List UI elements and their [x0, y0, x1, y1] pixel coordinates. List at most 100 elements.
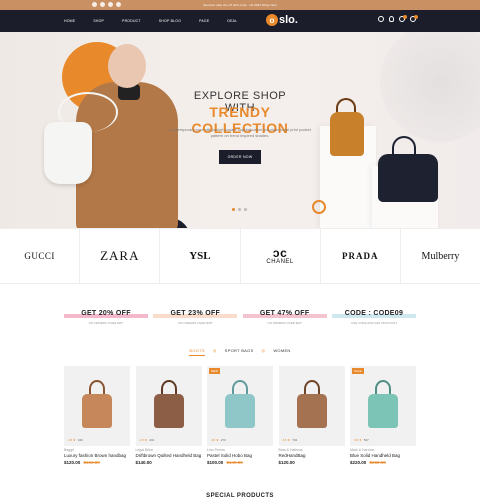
product-meta: 4.5 ★ 349: [64, 436, 130, 444]
model-image: [44, 44, 178, 228]
price-old: $140.00: [226, 460, 243, 465]
nav-shop-blog[interactable]: SHOP BLOG: [159, 19, 181, 23]
rating: 4.5 ★: [139, 438, 148, 442]
product-card[interactable]: 4.5 ★ 734 Bata & Hallmas RedHandBag $120…: [278, 366, 345, 465]
model-head: [108, 44, 146, 88]
brand-prada[interactable]: PRADA: [321, 229, 401, 283]
product-tabs: BOOTS ◎ SPORT BAGS ◎ WOMEN: [0, 348, 480, 356]
product-image[interactable]: [135, 366, 202, 446]
nav-page[interactable]: PAGE: [199, 19, 209, 23]
product-image[interactable]: [278, 366, 345, 446]
product-image[interactable]: [64, 366, 130, 446]
product-card[interactable]: 4.5 ★ 349 Baggit Luxury fashion Brown ha…: [64, 366, 130, 465]
cart-icon[interactable]: [410, 15, 418, 22]
new-badge: NEW: [209, 368, 220, 374]
site-logo[interactable]: o slo.: [266, 14, 298, 26]
product-name[interactable]: Pastel Solid Hobo Bag: [207, 453, 273, 458]
product-brand: Legal Bribe: [135, 448, 154, 452]
product-price: $120.00: [279, 460, 345, 465]
product-card[interactable]: 4.5 ★ 243 Legal Bribe Driftbrown Quilted…: [135, 366, 202, 465]
slider-dots: [232, 208, 247, 211]
hero-banner: EXPLORE SHOP WITH TRENDY COLLECTION Cont…: [0, 32, 480, 228]
product-name[interactable]: Luxury fashion Brown handbag: [64, 453, 130, 458]
user-icon[interactable]: [389, 16, 394, 22]
tab-sport-bags[interactable]: SPORT BAGS: [225, 348, 254, 356]
slider-dot[interactable]: [232, 208, 235, 211]
brand-strip: GUCCI ZARA YSL ↄc CHANEL PRADA Mulberry: [0, 228, 480, 284]
brand-chanel[interactable]: ↄc CHANEL: [241, 229, 321, 283]
tab-boots[interactable]: BOOTS: [189, 348, 205, 356]
special-products-heading: SPECIAL PRODUCTS: [206, 493, 274, 499]
pinterest-icon[interactable]: [116, 2, 121, 7]
top-promo-bar: Summer sale the off with code - off 2024…: [0, 0, 480, 10]
white-bag: [44, 122, 92, 184]
brand-mulberry[interactable]: Mulberry: [401, 229, 480, 283]
brand-gucci[interactable]: GUCCI: [0, 229, 81, 283]
product-name[interactable]: Blue Solid Handheld Bag: [350, 453, 416, 458]
bag-body: [153, 394, 184, 428]
promo-text[interactable]: Summer sale the off with code - off 2024…: [203, 3, 276, 7]
price-now: $120.00: [278, 460, 295, 465]
order-now-button[interactable]: ORDER NOW: [219, 150, 261, 164]
tab-separator-icon: ◎: [261, 348, 266, 353]
offer-card[interactable]: GET 47% OFF ON ORDERS OVER $29*: [242, 310, 327, 325]
nav-menu: HOME SHOP PRODUCT SHOP BLOG PAGE DEAL: [64, 19, 255, 23]
bag-body: [368, 394, 398, 428]
product-price: $140.00: [136, 460, 202, 465]
brand-chanel-text: CHANEL: [266, 259, 294, 265]
offer-row: GET 20% OFF ON ORDERS OVER $39* GET 23% …: [64, 310, 416, 325]
brand-ysl[interactable]: YSL: [160, 229, 241, 283]
product-card[interactable]: NEW 4.5 ★ 273 Lino Perros Pastel Solid H…: [207, 366, 273, 465]
bag-body: [225, 394, 255, 428]
product-price: $220.00 $230.00: [350, 460, 416, 465]
hero-description: Contemporary pure silk pocket square sop…: [169, 127, 311, 138]
price-now: $220.00: [350, 460, 367, 465]
plant-shadow: [380, 32, 480, 142]
offer-sub: ON ORDERS OVER $39*: [88, 321, 124, 325]
nav-home[interactable]: HOME: [64, 19, 75, 23]
brand-zara[interactable]: ZARA: [80, 229, 161, 283]
chanel-logo-icon: ↄc: [272, 246, 288, 260]
logo-text: slo.: [279, 14, 298, 26]
nav-deal[interactable]: DEAL: [227, 19, 237, 23]
price-old: $230.00: [369, 460, 386, 465]
instagram-icon[interactable]: [108, 2, 113, 7]
tab-separator-icon: ◎: [212, 348, 217, 353]
price-now: $100.00: [207, 460, 224, 465]
product-meta: 4.5 ★ 273: [207, 436, 273, 444]
twitter-icon[interactable]: [100, 2, 105, 7]
nav-product[interactable]: PRODUCT: [122, 19, 141, 23]
heart-icon[interactable]: [399, 15, 407, 22]
review-count: 349: [77, 438, 83, 442]
black-bag: [378, 154, 438, 202]
offer-card[interactable]: CODE : CODE09 USE CODE AND GET DISCOUNT: [331, 310, 416, 325]
tan-bag: [330, 112, 364, 156]
bag-body: [296, 394, 327, 428]
offer-sub: USE CODE AND GET DISCOUNT: [350, 321, 398, 325]
social-icons: [92, 2, 121, 7]
product-price: $100.00 $140.00: [207, 460, 273, 465]
nav-shop[interactable]: SHOP: [93, 19, 104, 23]
offer-card[interactable]: GET 20% OFF ON ORDERS OVER $39*: [64, 310, 148, 325]
tab-women[interactable]: WOMEN: [273, 348, 290, 356]
product-name[interactable]: RedHandBag: [279, 453, 345, 458]
product-meta: 4.5 ★ 243: [136, 436, 202, 444]
slider-dot[interactable]: [244, 208, 247, 211]
product-brand: Mark & Harmon: [350, 448, 375, 452]
product-grid: 4.5 ★ 349 Baggit Luxury fashion Brown ha…: [64, 366, 416, 465]
product-card[interactable]: SALE 4.5 ★ 537 Mark & Harmon Blue Solid …: [350, 366, 416, 465]
product-name[interactable]: Driftbrown Quilted Handheld Bag: [136, 453, 202, 458]
product-image[interactable]: SALE: [350, 366, 416, 446]
product-brand: Baggit: [64, 448, 74, 452]
facebook-icon[interactable]: [92, 2, 97, 7]
product-image[interactable]: NEW: [207, 366, 273, 446]
rating: 4.5 ★: [68, 438, 76, 442]
review-count: 734: [292, 438, 298, 442]
product-meta: 4.5 ★ 734: [279, 436, 345, 444]
offer-card[interactable]: GET 23% OFF ON ORDERS OVER $39*: [153, 310, 238, 325]
bag-body: [82, 394, 112, 428]
search-icon[interactable]: [378, 16, 384, 22]
slider-dot[interactable]: [238, 208, 241, 211]
rating: 4.5 ★: [354, 438, 362, 442]
price-old: $150.00: [83, 460, 100, 465]
